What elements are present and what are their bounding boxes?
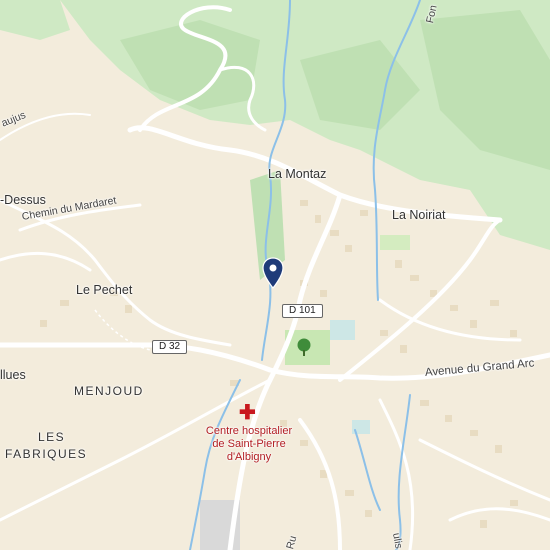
- park-tree-icon: [297, 338, 311, 356]
- label-dessus: -Dessus: [0, 193, 46, 207]
- label-la-montaz: La Montaz: [268, 167, 327, 181]
- road-shield-d32: D 32: [152, 340, 188, 354]
- poi-hospital-line3: d'Albigny: [226, 451, 272, 463]
- label-la-noiriat: La Noiriat: [392, 208, 446, 222]
- label-le-pechet: Le Pechet: [76, 283, 133, 297]
- map-canvas[interactable]: La Montaz La Noiriat Le Pechet -Dessus l…: [0, 0, 550, 550]
- label-les: LES: [38, 430, 66, 444]
- poi-hospital-label[interactable]: Centre hospitalier de Saint-Pierre d'Alb…: [196, 425, 302, 464]
- poi-hospital-line2: de Saint-Pierre: [212, 438, 286, 450]
- label-fabriques: FABRIQUES: [5, 447, 88, 461]
- hospital-cross-icon[interactable]: ✚: [239, 403, 256, 423]
- road-shield-d101: D 101: [282, 304, 323, 318]
- label-allues: llues: [0, 368, 26, 382]
- label-ulis: ulis: [390, 531, 405, 550]
- green-patch: [380, 235, 410, 250]
- label-menjoud: MENJOUD: [74, 384, 144, 398]
- poi-hospital-line1: Centre hospitalier: [205, 425, 293, 437]
- location-pin-icon[interactable]: [262, 257, 284, 289]
- pool-area: [330, 320, 355, 340]
